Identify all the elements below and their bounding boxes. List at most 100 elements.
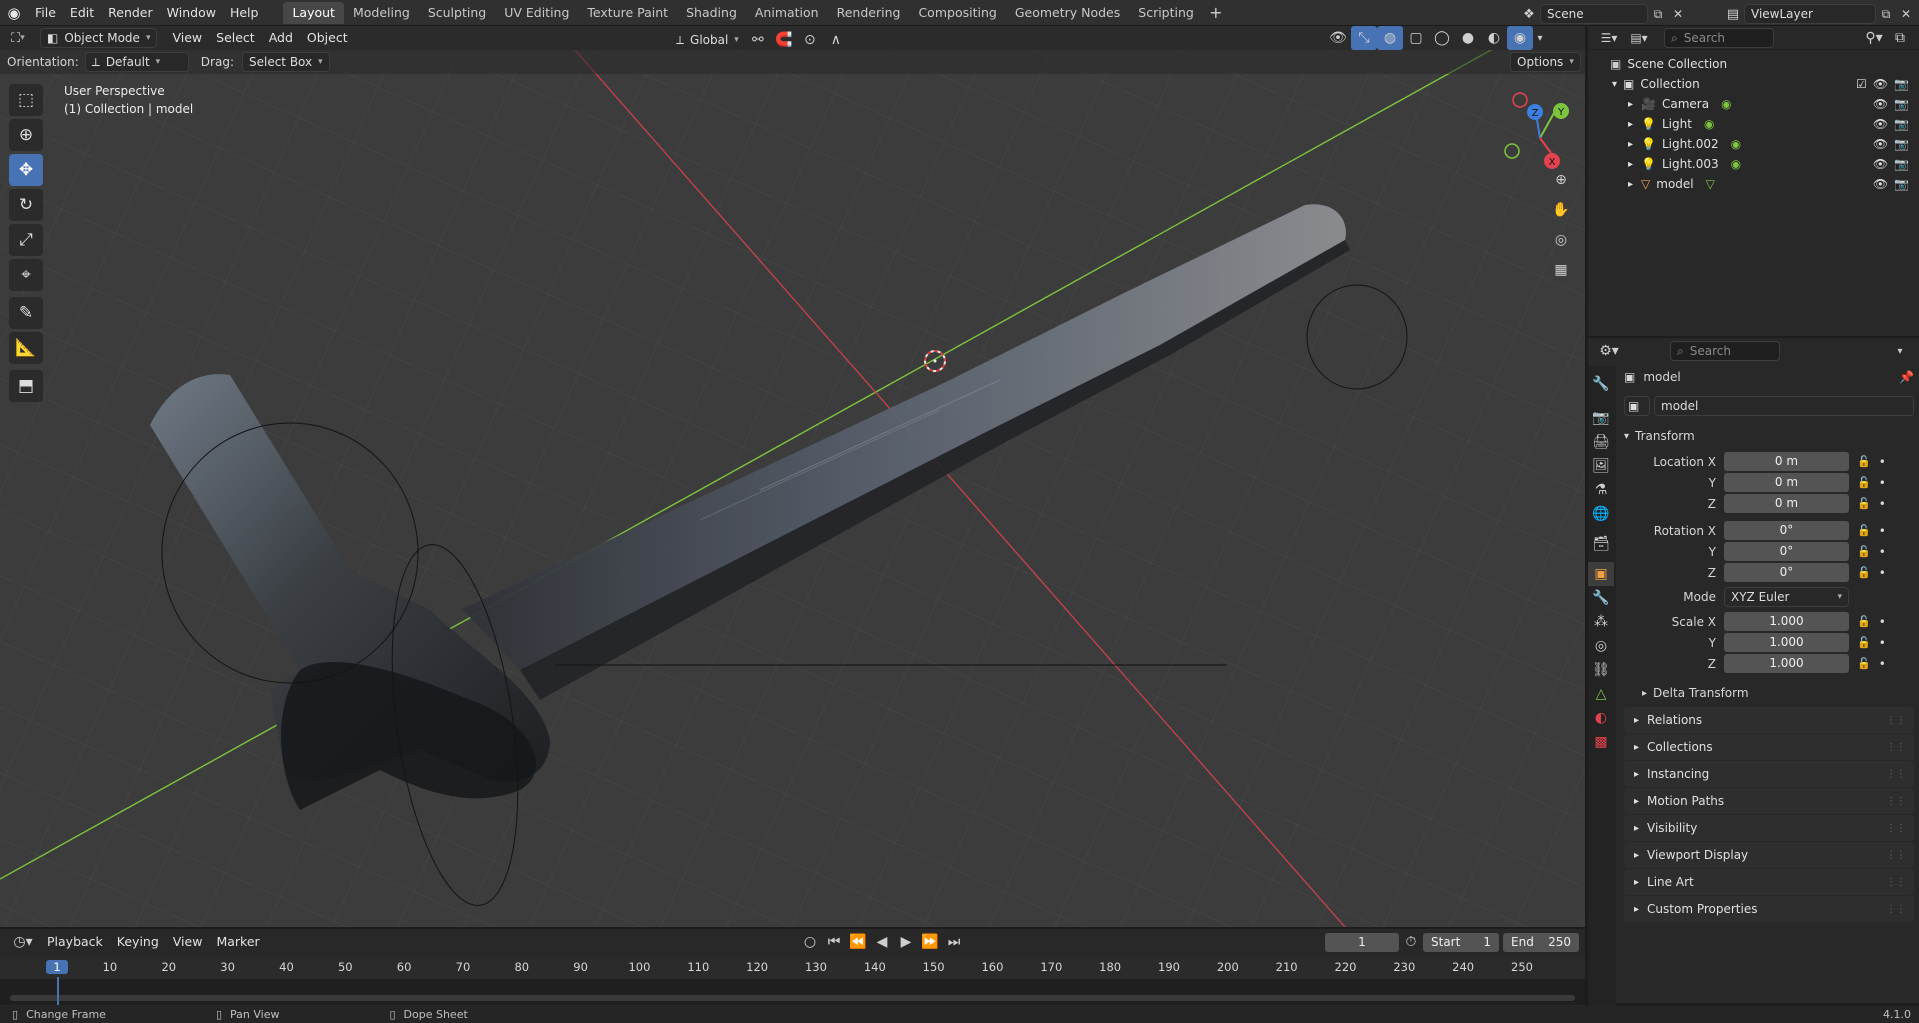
material-tab-icon[interactable]: ◐ [1588,706,1614,730]
mode-dropdown[interactable]: ◧ Object Mode ▾ [40,28,158,48]
display-mode-icon[interactable]: ▤▾ [1624,26,1654,50]
menu-file[interactable]: File [28,2,63,24]
eye-icon[interactable]: 👁 [1873,117,1888,131]
outliner-editor-icon[interactable]: ☰▾ [1594,26,1624,50]
end-frame-field[interactable]: End 250 [1503,932,1579,952]
viewport-menu-object[interactable]: Object [300,27,355,49]
tab-animation[interactable]: Animation [746,2,828,24]
exclude-checkbox-icon[interactable]: ☑ [1856,77,1867,91]
current-frame-marker[interactable]: 1 [46,960,68,974]
tab-layout[interactable]: Layout [283,1,344,24]
lock-icon[interactable]: 🔓 [1857,497,1871,510]
keyframe-dot-icon[interactable]: • [1879,566,1886,580]
texture-tab-icon[interactable]: ▩ [1588,730,1614,754]
wireframe-shading-icon[interactable]: ◯ [1429,26,1455,50]
outliner-item-light-002[interactable]: ▸ 💡 Light.002 ◉ 👁 📷 [1588,134,1919,154]
outliner-item-model[interactable]: ▸ ▽ model ▽ 👁 📷 [1588,174,1919,194]
scene-selector[interactable]: ❖ Scene ⧉ ✕ [1518,2,1688,26]
eye-icon[interactable]: 👁 [1873,77,1888,91]
drag-handle-icon[interactable]: ⋮⋮ [1886,877,1906,888]
view-layer-selector[interactable]: ▤ ViewLayer ⧉ ✕ [1722,2,1916,26]
scene-collection-row[interactable]: ▣ Scene Collection [1588,54,1919,74]
lock-icon[interactable]: 🔓 [1857,615,1871,628]
render-tab-icon[interactable]: 📷 [1588,406,1614,430]
drag-dropdown[interactable]: Select Box ▾ [241,52,330,72]
drag-handle-icon[interactable]: ⋮⋮ [1886,904,1906,915]
play-icon[interactable]: ▶ [895,930,917,954]
viewport-menu-select[interactable]: Select [209,27,262,49]
location-y-field[interactable]: 0 m [1724,473,1849,492]
render-camera-icon[interactable]: 📷 [1894,77,1909,91]
particles-tab-icon[interactable]: ⁂ [1588,610,1614,634]
scene-name-field[interactable]: Scene [1540,4,1648,24]
modifier-tab-icon[interactable]: 🔧 [1588,586,1614,610]
stopwatch-icon[interactable]: ⏱ [1399,930,1423,954]
lock-icon[interactable]: 🔓 [1857,476,1871,489]
section-motion-paths[interactable]: ▸ Motion Paths ⋮⋮ [1624,788,1914,814]
camera-view-icon[interactable]: ◎ [1548,228,1574,252]
datablock-name-field[interactable]: model [1654,396,1914,416]
properties-search[interactable]: ⌕ Search [1670,341,1780,361]
physics-tab-icon[interactable]: ◎ [1588,634,1614,658]
current-frame-field[interactable]: 1 [1325,932,1399,952]
section-instancing[interactable]: ▸ Instancing ⋮⋮ [1624,761,1914,787]
measure-tool-icon[interactable]: 📐 [9,332,43,364]
auto-keying-icon[interactable]: ○ [799,930,821,954]
next-keyframe-icon[interactable]: ⏩ [919,930,941,954]
expand-arrow-icon[interactable]: ▸ [1628,99,1633,110]
drag-handle-icon[interactable]: ⋮⋮ [1886,742,1906,753]
orientation-dropdown[interactable]: ⟂ Default ▾ [84,52,189,72]
delete-scene-icon[interactable]: ✕ [1668,2,1688,26]
outliner-item-light-003[interactable]: ▸ 💡 Light.003 ◉ 👁 📷 [1588,154,1919,174]
delete-view-layer-icon[interactable]: ✕ [1896,2,1916,26]
filter-icon[interactable]: ⚲▾ [1861,26,1887,50]
lock-icon[interactable]: 🔓 [1857,545,1871,558]
annotate-tool-icon[interactable]: ✎ [9,297,43,329]
material-shading-icon[interactable]: ◐ [1481,26,1507,50]
drag-handle-icon[interactable]: ⋮⋮ [1886,823,1906,834]
gizmo-toggle-icon[interactable]: ⤡ [1351,26,1377,50]
expand-arrow-icon[interactable]: ▸ [1628,179,1633,190]
expand-arrow-icon[interactable]: ▸ [1628,139,1633,150]
tab-rendering[interactable]: Rendering [828,2,910,24]
xray-icon[interactable]: ▢ [1403,26,1429,50]
falloff-icon[interactable]: ∧ [823,28,849,52]
expand-arrow-icon[interactable]: ▸ [1628,159,1633,170]
prev-keyframe-icon[interactable]: ⏪ [847,930,869,954]
object-tab-icon[interactable]: ▣ [1588,562,1614,586]
proportional-edit-icon[interactable]: ⊙ [797,28,823,52]
section-relations[interactable]: ▸ Relations ⋮⋮ [1624,707,1914,733]
expand-arrow-icon[interactable]: ▸ [1628,119,1633,130]
tab-uv-editing[interactable]: UV Editing [495,2,578,24]
pivot-icon[interactable]: ⚯ [745,28,771,52]
eye-icon[interactable]: 👁 [1873,157,1888,171]
start-frame-field[interactable]: Start 1 [1423,932,1499,952]
viewport-scene[interactable] [0,50,1585,927]
options-dropdown[interactable]: Options ▾ [1510,52,1581,72]
section-custom-properties[interactable]: ▸ Custom Properties ⋮⋮ [1624,896,1914,922]
location-z-field[interactable]: 0 m [1724,494,1849,513]
drag-handle-icon[interactable]: ⋮⋮ [1886,769,1906,780]
collection-tab-icon[interactable]: 🗃 [1588,532,1614,556]
select-box-icon[interactable]: ⬚ [9,84,43,116]
keyframe-dot-icon[interactable]: • [1879,615,1886,629]
expand-arrow-icon[interactable]: ▾ [1612,79,1617,90]
play-reverse-icon[interactable]: ◀ [871,930,893,954]
tab-modeling[interactable]: Modeling [344,2,419,24]
playhead-line[interactable] [57,977,59,1005]
blender-logo-icon[interactable]: ◉ [0,1,28,25]
section-viewport-display[interactable]: ▸ Viewport Display ⋮⋮ [1624,842,1914,868]
eye-icon[interactable]: 👁 [1873,97,1888,111]
copy-view-layer-icon[interactable]: ⧉ [1876,2,1896,26]
tab-compositing[interactable]: Compositing [909,2,1005,24]
timeline-menu-view[interactable]: View [166,931,210,953]
jump-start-icon[interactable]: ⏮ [823,930,845,954]
keyframe-dot-icon[interactable]: • [1879,636,1886,650]
move-tool-icon[interactable]: ✥ [9,154,43,186]
lock-icon[interactable]: 🔓 [1857,524,1871,537]
timeline-menu-marker[interactable]: Marker [209,931,266,953]
3d-viewport[interactable]: User Perspective (1) Collection | model … [0,50,1585,927]
keyframe-dot-icon[interactable]: • [1879,545,1886,559]
scale-z-field[interactable]: 1.000 [1724,654,1849,673]
keyframe-dot-icon[interactable]: • [1879,524,1886,538]
